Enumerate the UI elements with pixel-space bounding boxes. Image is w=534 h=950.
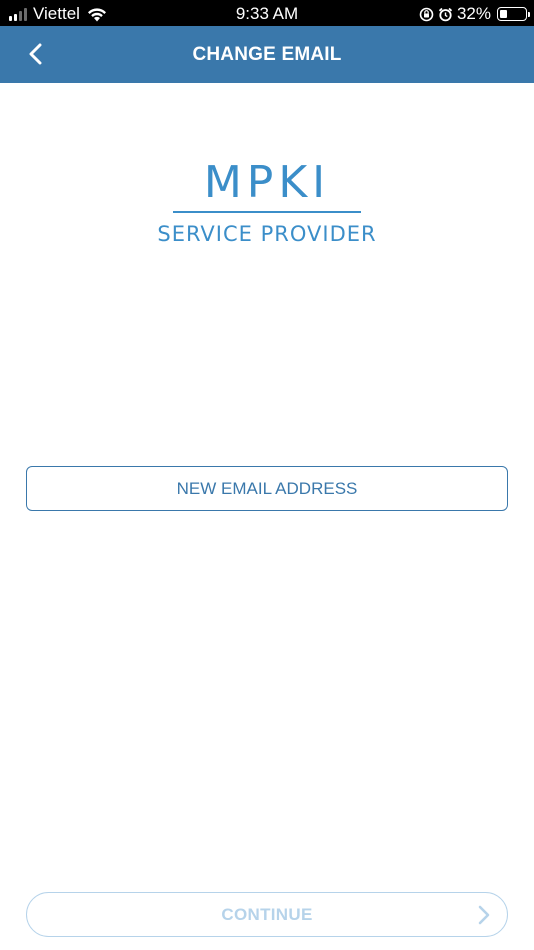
mpki-logo: MPKI SERVICE PROVIDER	[0, 160, 534, 250]
battery-fill	[500, 10, 507, 18]
battery-percent: 32%	[456, 4, 491, 23]
continue-button[interactable]: CONTINUE	[26, 892, 508, 937]
page-title: CHANGE EMAIL	[192, 44, 342, 65]
battery-icon	[497, 7, 530, 21]
alarm-icon	[438, 7, 453, 21]
chevron-left-icon	[29, 43, 42, 65]
logo-divider	[173, 211, 361, 213]
logo-subtitle: SERVICE PROVIDER	[157, 222, 377, 246]
nav-bar: CHANGE EMAIL	[0, 26, 534, 83]
orientation-lock-icon	[419, 7, 434, 21]
chevron-right-icon	[478, 905, 490, 925]
back-button[interactable]	[18, 36, 54, 72]
battery-cap	[528, 12, 530, 17]
new-email-input[interactable]	[26, 466, 508, 511]
continue-label: CONTINUE	[221, 904, 313, 924]
status-right: 32%	[419, 4, 530, 24]
logo-title: MPKI	[203, 157, 331, 208]
status-bar: Viettel 9:33 AM 32%	[0, 0, 534, 26]
